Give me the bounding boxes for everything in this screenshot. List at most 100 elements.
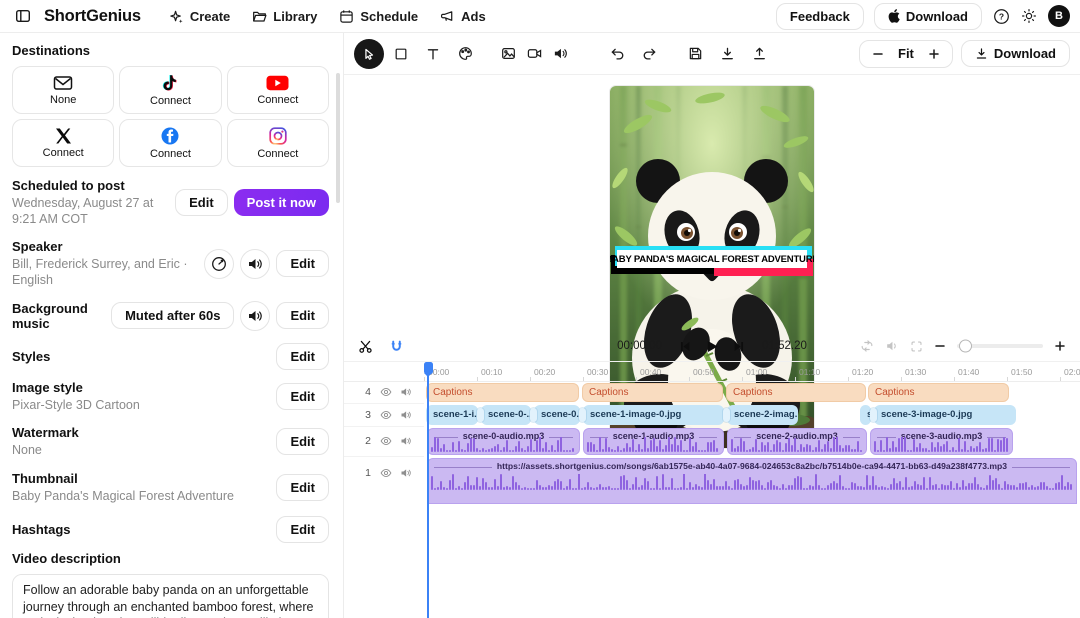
image-clip[interactable]: scene-0-... — [481, 405, 531, 425]
nav-create[interactable]: Create — [159, 3, 240, 29]
track-mute-icon[interactable] — [400, 386, 412, 398]
destination-instagram[interactable]: Connect — [227, 119, 329, 167]
canvas-download-button[interactable]: Download — [961, 40, 1070, 67]
hashtags-edit-button[interactable]: Edit — [276, 516, 329, 543]
image-clip[interactable]: scene-1-image-0.jpg — [583, 405, 724, 425]
theme-sun-icon[interactable] — [1016, 3, 1042, 29]
redo-icon[interactable] — [634, 39, 664, 69]
thumbnail-subtitle: Baby Panda's Magical Forest Adventure — [12, 489, 234, 505]
track-visibility-icon[interactable] — [380, 409, 392, 421]
captions-clip[interactable]: Captions — [868, 383, 1009, 402]
nav-schedule[interactable]: Schedule — [329, 3, 428, 29]
muted-after-button[interactable]: Muted after 60s — [111, 302, 234, 329]
image-clip[interactable]: scene-0... — [534, 405, 580, 425]
app-download-button[interactable]: Download — [874, 3, 982, 30]
speaker-edit-button[interactable]: Edit — [276, 250, 329, 277]
speaker-volume-button[interactable] — [240, 249, 270, 279]
captions-clip[interactable]: Captions — [426, 383, 579, 402]
timeline-zoom-in-icon[interactable] — [1054, 340, 1066, 352]
audio-clip[interactable]: scene-3-audio.mp3 — [870, 428, 1013, 455]
zoom-out-icon[interactable] — [866, 42, 890, 66]
track-image: scene-1-i...scene-0-...scene-0...scene-1… — [424, 404, 1080, 427]
zoom-in-icon[interactable] — [922, 42, 946, 66]
sidebar-toggle-icon[interactable] — [10, 3, 36, 29]
scheduled-edit-button[interactable]: Edit — [175, 189, 228, 216]
banner-text: BABY PANDA'S MAGICAL FOREST ADVENTURE — [617, 250, 807, 268]
ruler-label: 00:50 — [693, 367, 714, 377]
audio-tool-icon[interactable] — [548, 39, 572, 69]
ruler-label: 01:10 — [799, 367, 820, 377]
video-tool-icon[interactable] — [522, 39, 546, 69]
image-clip[interactable]: scene-2-imag... — [727, 405, 798, 425]
track-header-2: 2 — [344, 427, 424, 457]
pointer-tool-icon[interactable] — [354, 39, 384, 69]
mute-icon[interactable] — [885, 339, 899, 353]
zoom-fit-label[interactable]: Fit — [890, 46, 922, 61]
text-tool-icon[interactable] — [418, 39, 448, 69]
shape-tool-icon[interactable] — [386, 39, 416, 69]
hashtags-section: Hashtags Edit — [12, 516, 329, 543]
speaker-subtitle: Bill, Frederick Surrey, and Eric · Engli… — [12, 257, 198, 288]
audio-clip[interactable]: scene-1-audio.mp3 — [583, 428, 724, 455]
avatar[interactable]: B — [1048, 5, 1070, 27]
timeline-body[interactable]: 00:0000:1000:2000:3000:4000:5001:0001:10… — [424, 362, 1080, 618]
undo-icon[interactable] — [602, 39, 632, 69]
music-volume-button[interactable] — [240, 301, 270, 331]
snap-magnet-icon[interactable] — [389, 339, 404, 354]
audio-clip[interactable]: scene-0-audio.mp3 — [427, 428, 580, 455]
loop-icon[interactable] — [860, 339, 874, 353]
skip-end-icon[interactable] — [733, 340, 746, 353]
share-icon[interactable] — [744, 39, 774, 69]
destination-tiktok[interactable]: Connect — [119, 66, 221, 114]
timeline-ruler[interactable]: 00:0000:1000:2000:3000:4000:5001:0001:10… — [424, 362, 1080, 382]
track-mute-icon[interactable] — [400, 409, 412, 421]
track-visibility-icon[interactable] — [380, 435, 392, 447]
fullscreen-icon[interactable] — [910, 340, 923, 353]
instagram-icon — [269, 127, 287, 145]
nav-library[interactable]: Library — [242, 3, 327, 29]
apple-icon — [888, 9, 900, 23]
nav-ads[interactable]: Ads — [430, 3, 496, 29]
track-visibility-icon[interactable] — [380, 467, 392, 479]
sidebar-scrollbar[interactable] — [336, 73, 340, 203]
music-clip[interactable]: https://assets.shortgenius.com/songs/6ab… — [427, 458, 1077, 504]
play-icon[interactable] — [705, 339, 720, 354]
speaker-speed-button[interactable] — [204, 249, 234, 279]
thumbnail-edit-button[interactable]: Edit — [276, 474, 329, 501]
editor-canvas[interactable]: BABY PANDA'S MAGICAL FOREST ADVENTURE — [344, 75, 1080, 332]
timeline-zoom-slider[interactable] — [957, 344, 1043, 348]
captions-clip[interactable]: Captions — [726, 383, 866, 402]
scheduled-section: Scheduled to post Wednesday, August 27 a… — [12, 178, 329, 227]
download-icon[interactable] — [712, 39, 742, 69]
title-banner[interactable]: BABY PANDA'S MAGICAL FOREST ADVENTURE — [617, 250, 807, 268]
image-style-edit-button[interactable]: Edit — [276, 383, 329, 410]
styles-edit-button[interactable]: Edit — [276, 343, 329, 370]
image-tool-icon[interactable] — [496, 39, 520, 69]
track-mute-icon[interactable] — [400, 467, 412, 479]
feedback-button[interactable]: Feedback — [776, 3, 864, 30]
slider-knob[interactable] — [959, 340, 972, 353]
audio-clip[interactable]: scene-2-audio.mp3 — [727, 428, 867, 455]
mail-icon — [53, 75, 73, 91]
waveform — [431, 474, 1073, 490]
save-icon[interactable] — [680, 39, 710, 69]
destination-x[interactable]: Connect — [12, 119, 114, 167]
destination-youtube[interactable]: Connect — [227, 66, 329, 114]
track-visibility-icon[interactable] — [380, 386, 392, 398]
draw-tool-icon[interactable] — [450, 39, 480, 69]
skip-start-icon[interactable] — [679, 340, 692, 353]
image-clip[interactable]: scene-1-i... — [426, 405, 478, 425]
image-clip[interactable]: scene-3-image-0.jpg — [874, 405, 1016, 425]
destination-facebook[interactable]: Connect — [119, 119, 221, 167]
post-it-now-button[interactable]: Post it now — [234, 189, 329, 216]
watermark-edit-button[interactable]: Edit — [276, 428, 329, 455]
timeline-zoom-out-icon[interactable] — [934, 340, 946, 352]
app-window: ShortGenius Create Library Schedule Ads … — [0, 0, 1080, 618]
track-mute-icon[interactable] — [400, 435, 412, 447]
destination-email[interactable]: None — [12, 66, 114, 114]
background-music-edit-button[interactable]: Edit — [276, 302, 329, 329]
help-icon[interactable]: ? — [988, 3, 1014, 29]
split-scissors-icon[interactable] — [358, 339, 373, 354]
video-description-textarea[interactable]: Follow an adorable baby panda on an unfo… — [12, 574, 329, 618]
captions-clip[interactable]: Captions — [582, 383, 723, 402]
